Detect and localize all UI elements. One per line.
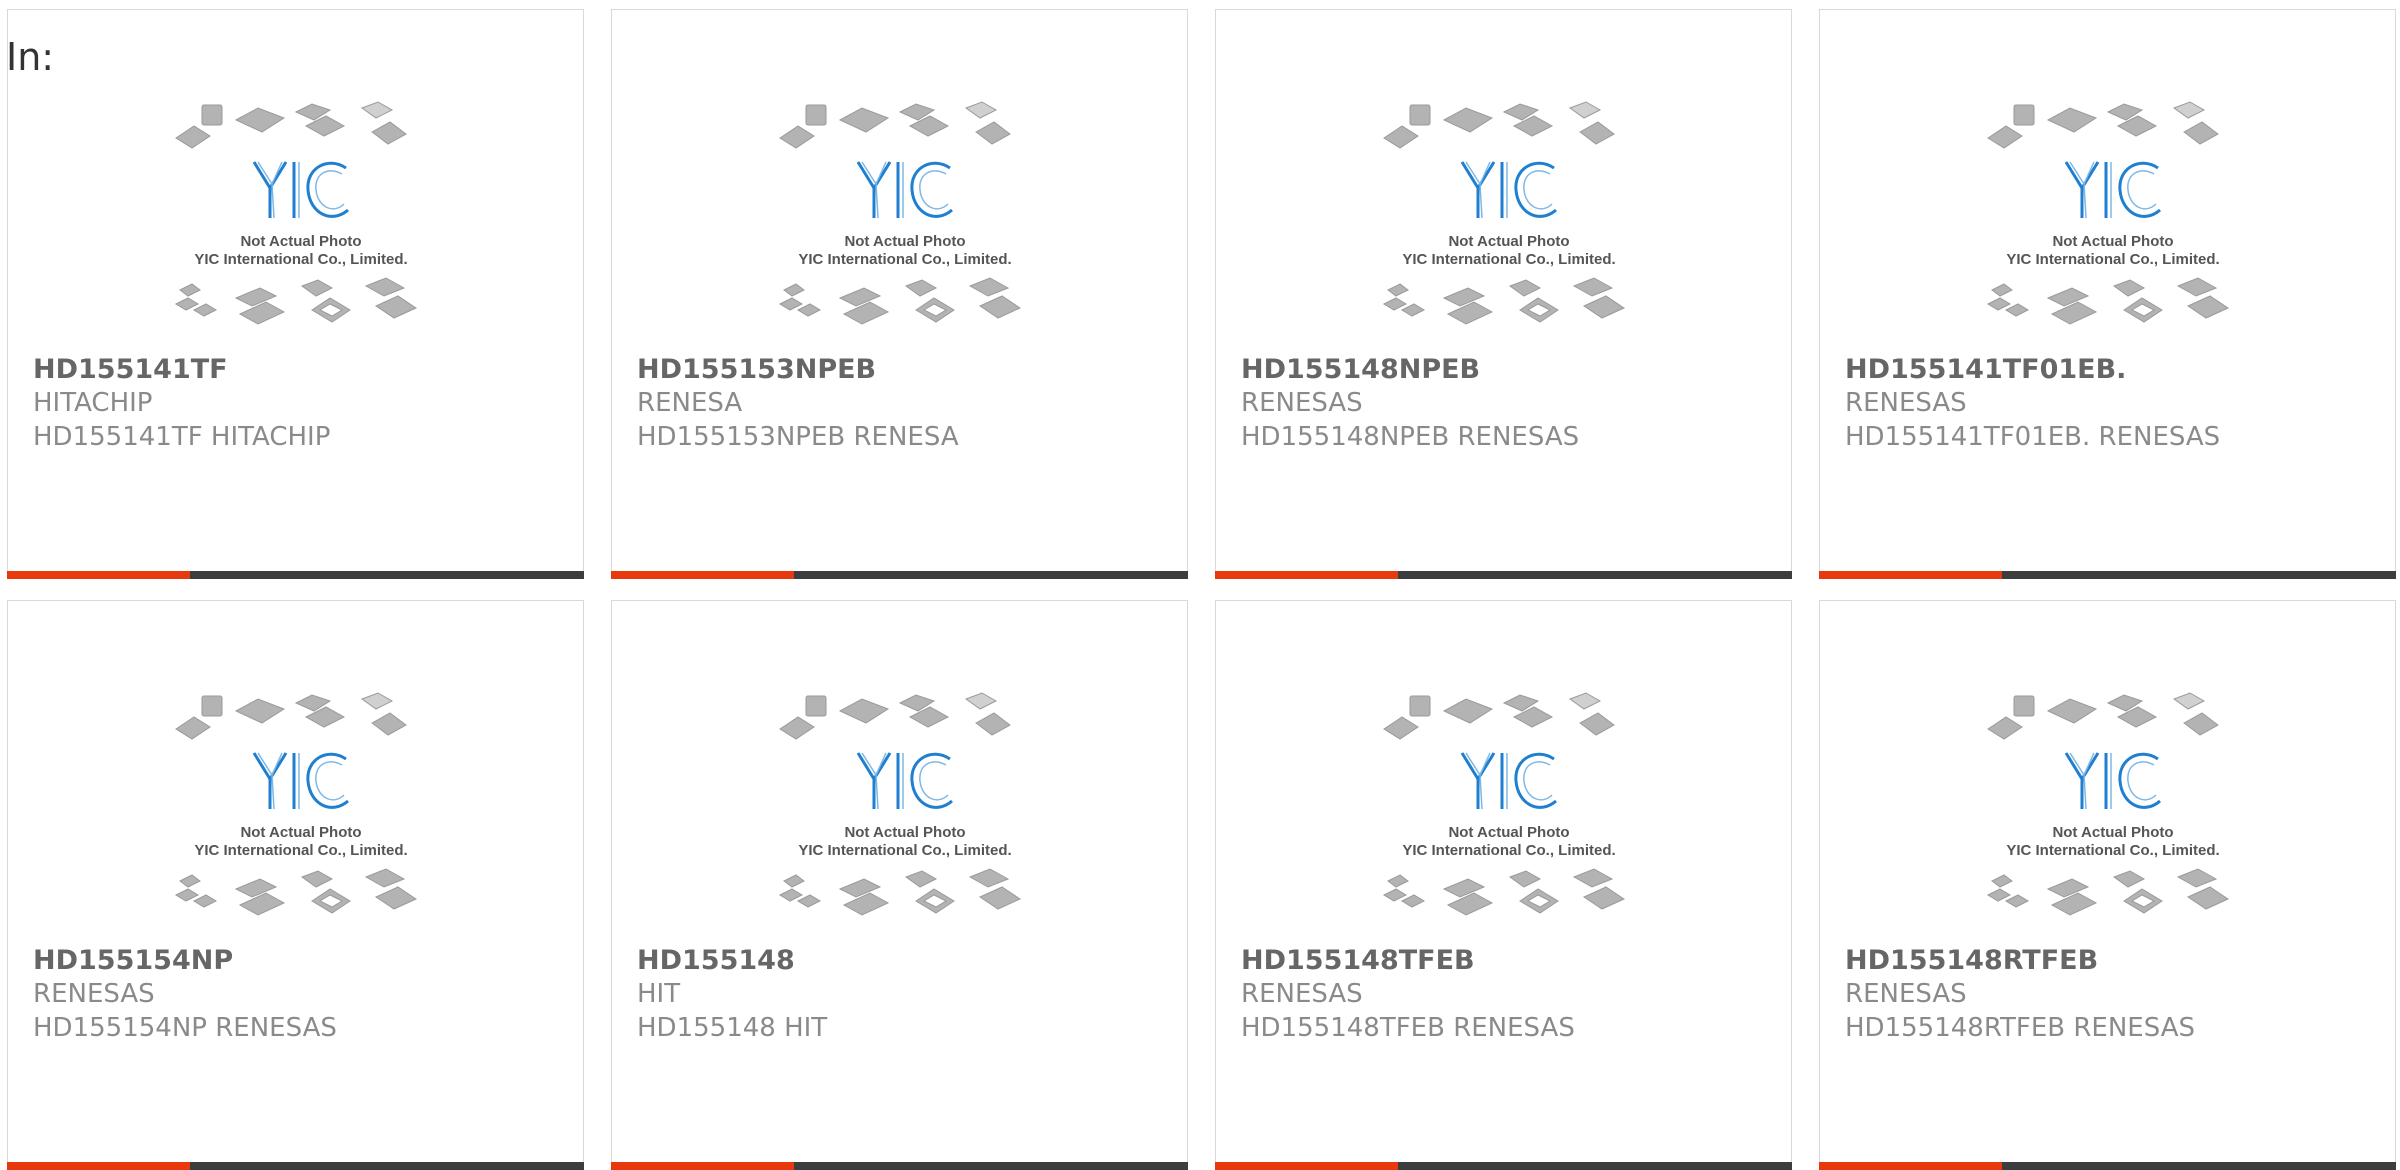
product-image-placeholder: Not Actual Photo YIC International Co., … (770, 100, 1040, 350)
part-number[interactable]: HD155148RTFEB (1845, 945, 2098, 976)
card-accent-highlight (7, 571, 190, 579)
product-image-placeholder: Not Actual Photo YIC International Co., … (166, 691, 436, 941)
card-accent-bar (7, 1162, 584, 1170)
part-number[interactable]: HD155141TF01EB. (1845, 354, 2126, 385)
not-actual-photo-label: Not Actual Photo (844, 233, 965, 250)
product-description: HD155141TF HITACHIP (33, 422, 331, 452)
product-card[interactable]: Not Actual Photo YIC International Co., … (7, 9, 584, 579)
not-actual-photo-label: Not Actual Photo (1448, 233, 1569, 250)
company-label: YIC International Co., Limited. (2006, 842, 2219, 859)
part-number[interactable]: HD155148TFEB (1241, 945, 1475, 976)
not-actual-photo-label: Not Actual Photo (2052, 824, 2173, 841)
part-number[interactable]: HD155153NPEB (637, 354, 876, 385)
not-actual-photo-label: Not Actual Photo (2052, 233, 2173, 250)
product-card[interactable]: Not Actual Photo YIC International Co., … (1215, 600, 1792, 1170)
company-label: YIC International Co., Limited. (798, 251, 1011, 268)
manufacturer: RENESAS (1241, 388, 1363, 418)
card-accent-bar (1819, 571, 2396, 579)
card-accent-highlight (611, 571, 794, 579)
company-label: YIC International Co., Limited. (2006, 251, 2219, 268)
not-actual-photo-label: Not Actual Photo (240, 233, 361, 250)
product-image-placeholder: Not Actual Photo YIC International Co., … (1374, 100, 1644, 350)
page-label: In: (6, 35, 55, 79)
card-accent-bar (7, 571, 584, 579)
product-image-placeholder: Not Actual Photo YIC International Co., … (166, 100, 436, 350)
card-accent-bar (1215, 571, 1792, 579)
part-number[interactable]: HD155148NPEB (1241, 354, 1480, 385)
card-accent-bar (611, 1162, 1188, 1170)
card-accent-highlight (7, 1162, 190, 1170)
company-label: YIC International Co., Limited. (194, 251, 407, 268)
product-image-placeholder: Not Actual Photo YIC International Co., … (1978, 100, 2248, 350)
part-number[interactable]: HD155148 (637, 945, 795, 976)
product-description: HD155148RTFEB RENESAS (1845, 1013, 2196, 1043)
not-actual-photo-label: Not Actual Photo (1448, 824, 1569, 841)
company-label: YIC International Co., Limited. (1402, 842, 1615, 859)
card-accent-bar (1819, 1162, 2396, 1170)
product-description: HD155154NP RENESAS (33, 1013, 337, 1043)
part-number[interactable]: HD155141TF (33, 354, 228, 385)
manufacturer: HITACHIP (33, 388, 153, 418)
manufacturer: RENESAS (1845, 979, 1967, 1009)
product-card[interactable]: Not Actual Photo YIC International Co., … (611, 9, 1188, 579)
product-card[interactable]: Not Actual Photo YIC International Co., … (1819, 9, 2396, 579)
manufacturer: HIT (637, 979, 681, 1009)
manufacturer: RENESAS (1241, 979, 1363, 1009)
product-description: HD155148NPEB RENESAS (1241, 422, 1580, 452)
manufacturer: RENESA (637, 388, 743, 418)
product-card[interactable]: Not Actual Photo YIC International Co., … (1819, 600, 2396, 1170)
manufacturer: RENESAS (1845, 388, 1967, 418)
card-accent-highlight (1215, 571, 1398, 579)
company-label: YIC International Co., Limited. (1402, 251, 1615, 268)
not-actual-photo-label: Not Actual Photo (240, 824, 361, 841)
company-label: YIC International Co., Limited. (798, 842, 1011, 859)
product-card[interactable]: Not Actual Photo YIC International Co., … (611, 600, 1188, 1170)
card-accent-highlight (611, 1162, 794, 1170)
product-card[interactable]: Not Actual Photo YIC International Co., … (7, 600, 584, 1170)
product-description: HD155153NPEB RENESA (637, 422, 959, 452)
product-image-placeholder: Not Actual Photo YIC International Co., … (1374, 691, 1644, 941)
product-description: HD155148 HIT (637, 1013, 828, 1043)
product-card[interactable]: Not Actual Photo YIC International Co., … (1215, 9, 1792, 579)
product-image-placeholder: Not Actual Photo YIC International Co., … (1978, 691, 2248, 941)
manufacturer: RENESAS (33, 979, 155, 1009)
card-accent-highlight (1819, 571, 2002, 579)
not-actual-photo-label: Not Actual Photo (844, 824, 965, 841)
product-image-placeholder: Not Actual Photo YIC International Co., … (770, 691, 1040, 941)
card-accent-bar (1215, 1162, 1792, 1170)
card-accent-highlight (1819, 1162, 2002, 1170)
card-accent-highlight (1215, 1162, 1398, 1170)
part-number[interactable]: HD155154NP (33, 945, 233, 976)
card-accent-bar (611, 571, 1188, 579)
product-description: HD155141TF01EB. RENESAS (1845, 422, 2221, 452)
company-label: YIC International Co., Limited. (194, 842, 407, 859)
product-description: HD155148TFEB RENESAS (1241, 1013, 1575, 1043)
